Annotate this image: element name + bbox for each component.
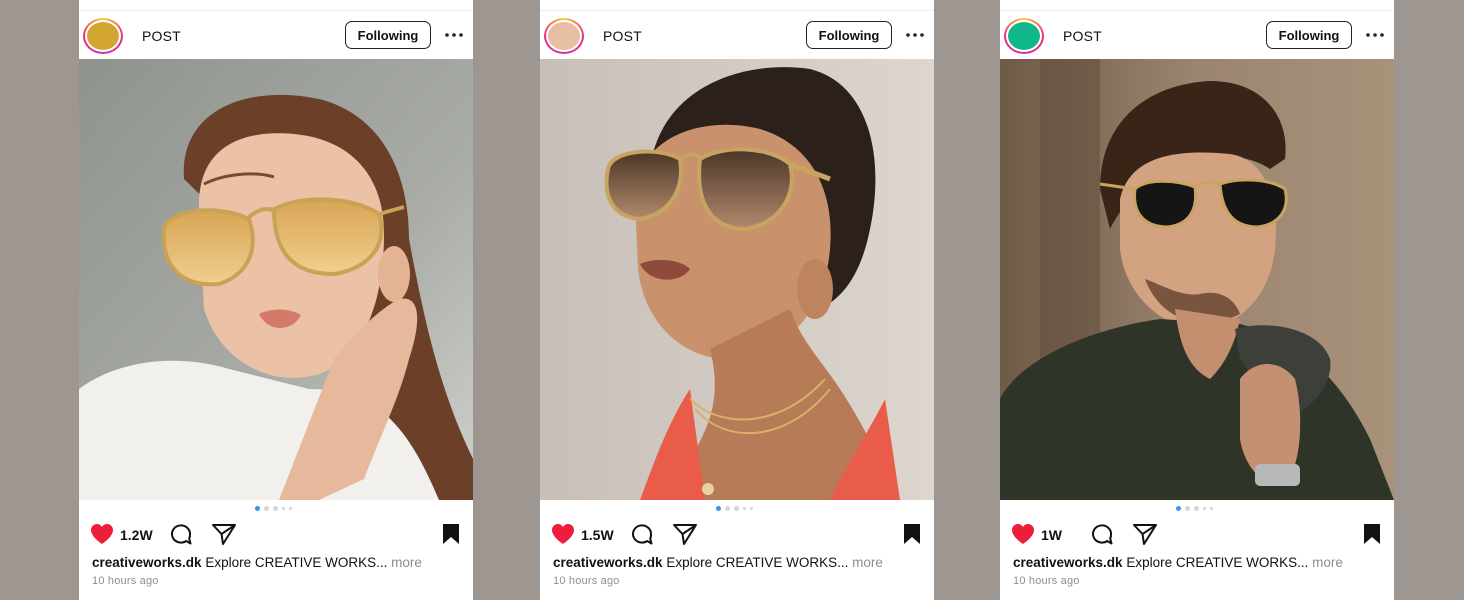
- more-options-icon[interactable]: [1364, 25, 1386, 45]
- post-photo[interactable]: [1000, 59, 1394, 500]
- carousel-indicator: [540, 506, 931, 511]
- post-header: POST Following: [1000, 12, 1394, 60]
- share-icon[interactable]: [211, 522, 237, 551]
- carousel-indicator: [1000, 506, 1391, 511]
- carousel-dot: [742, 507, 746, 510]
- avatar-image: [1008, 22, 1040, 50]
- action-bar: 1W: [1000, 520, 1394, 550]
- bookmark-icon[interactable]: [1362, 523, 1382, 550]
- caption-username[interactable]: creativeworks.dk: [553, 555, 663, 570]
- caption: creativeworks.dk Explore CREATIVE WORKS.…: [92, 555, 467, 570]
- caption: creativeworks.dk Explore CREATIVE WORKS.…: [1013, 555, 1388, 570]
- caption-username[interactable]: creativeworks.dk: [92, 555, 202, 570]
- comment-icon[interactable]: [630, 522, 654, 551]
- more-options-icon[interactable]: [904, 25, 926, 45]
- bookmark-icon[interactable]: [902, 523, 922, 550]
- divider: [1000, 10, 1394, 11]
- post-card-3: POST Following 1W creativeworks.dk Explo…: [1000, 0, 1394, 600]
- following-button[interactable]: Following: [806, 21, 892, 49]
- comment-icon[interactable]: [169, 522, 193, 551]
- following-button[interactable]: Following: [345, 21, 431, 49]
- timestamp: 10 hours ago: [1013, 575, 1080, 587]
- carousel-dot: [749, 507, 753, 510]
- heart-icon[interactable]: [90, 523, 114, 550]
- more-options-icon[interactable]: [443, 25, 465, 45]
- more-link[interactable]: more: [391, 555, 422, 570]
- avatar-image: [548, 22, 580, 50]
- carousel-dot: [1184, 506, 1190, 511]
- timestamp: 10 hours ago: [553, 575, 620, 587]
- carousel-dot: [1193, 506, 1199, 511]
- post-username[interactable]: POST: [1063, 28, 1102, 44]
- divider: [540, 10, 934, 11]
- timestamp: 10 hours ago: [92, 575, 159, 587]
- carousel-dot: [715, 506, 721, 511]
- caption-text: Explore CREATIVE WORKS...: [1126, 555, 1309, 570]
- post-photo[interactable]: [79, 59, 473, 500]
- carousel-dot: [724, 506, 730, 511]
- comment-icon[interactable]: [1090, 522, 1114, 551]
- caption-text: Explore CREATIVE WORKS...: [666, 555, 849, 570]
- carousel-dot: [281, 507, 285, 510]
- more-link[interactable]: more: [852, 555, 883, 570]
- caption-username[interactable]: creativeworks.dk: [1013, 555, 1123, 570]
- carousel-indicator: [79, 506, 470, 511]
- more-link[interactable]: more: [1312, 555, 1343, 570]
- caption-text: Explore CREATIVE WORKS...: [205, 555, 388, 570]
- heart-icon[interactable]: [551, 523, 575, 550]
- share-icon[interactable]: [1132, 522, 1158, 551]
- caption: creativeworks.dk Explore CREATIVE WORKS.…: [553, 555, 928, 570]
- like-count[interactable]: 1.2W: [120, 527, 153, 543]
- carousel-dot: [733, 506, 739, 511]
- post-header: POST Following: [540, 12, 934, 60]
- avatar[interactable]: [1004, 18, 1044, 54]
- carousel-dot: [272, 506, 278, 511]
- avatar[interactable]: [83, 18, 123, 54]
- carousel-dot: [1202, 507, 1206, 510]
- action-bar: 1.5W: [540, 520, 934, 550]
- carousel-dot: [254, 506, 260, 511]
- following-button[interactable]: Following: [1266, 21, 1352, 49]
- carousel-dot: [263, 506, 269, 511]
- divider: [79, 10, 473, 11]
- heart-icon[interactable]: [1011, 523, 1035, 550]
- like-count[interactable]: 1.5W: [581, 527, 614, 543]
- bookmark-icon[interactable]: [441, 523, 461, 550]
- post-username[interactable]: POST: [142, 28, 181, 44]
- post-card-1: POST Following 1.2W creativeworks.dk Exp…: [79, 0, 473, 600]
- post-photo[interactable]: [540, 59, 934, 500]
- like-count[interactable]: 1W: [1041, 527, 1062, 543]
- post-card-2: POST Following 1.5W creativeworks.dk Exp…: [540, 0, 934, 600]
- carousel-dot: [288, 507, 292, 510]
- action-bar: 1.2W: [79, 520, 473, 550]
- post-header: POST Following: [79, 12, 473, 60]
- avatar-image: [87, 22, 119, 50]
- avatar[interactable]: [544, 18, 584, 54]
- carousel-dot: [1209, 507, 1213, 510]
- carousel-dot: [1175, 506, 1181, 511]
- share-icon[interactable]: [672, 522, 698, 551]
- post-username[interactable]: POST: [603, 28, 642, 44]
